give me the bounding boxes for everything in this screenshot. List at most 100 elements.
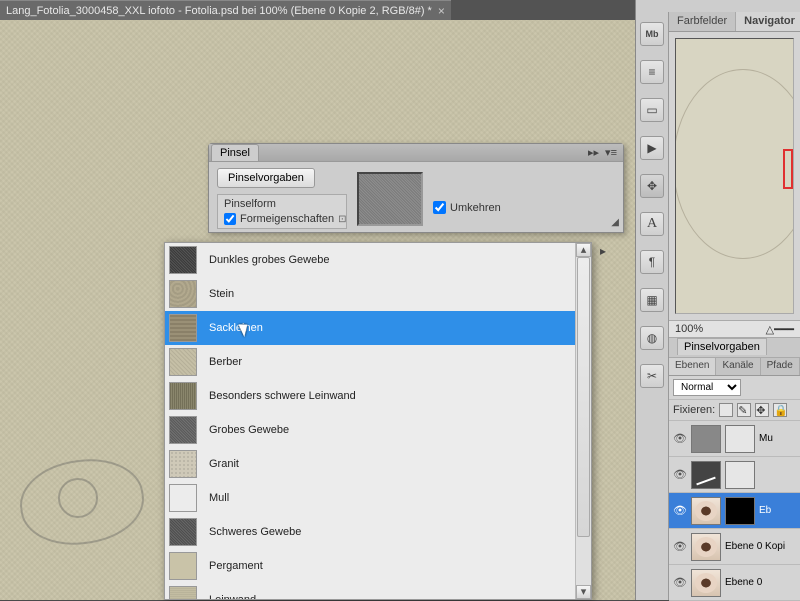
visibility-icon[interactable]: 👁 — [673, 468, 687, 482]
texture-label: Dunkles grobes Gewebe — [209, 254, 329, 266]
history-tool-icon[interactable]: ▭ — [640, 98, 664, 122]
brush-tab[interactable]: Pinsel — [211, 144, 259, 161]
layer-thumbnail[interactable] — [725, 497, 755, 525]
texture-item[interactable]: Sackleinen — [165, 311, 575, 345]
visibility-icon[interactable]: 👁 — [673, 576, 687, 590]
texture-swatch — [169, 382, 197, 410]
lock-label: Fixieren: — [673, 404, 715, 416]
brush-tool-icon[interactable]: ≡ — [640, 60, 664, 84]
layer-row[interactable]: 👁 Mu — [669, 421, 800, 457]
brush-panel-header[interactable]: Pinsel ▸▸ ▾≡ — [209, 144, 623, 162]
mb-tool-icon[interactable]: Mb — [640, 22, 664, 46]
texture-swatch — [169, 552, 197, 580]
layer-thumbnail[interactable] — [691, 461, 721, 489]
layers-tabs: Ebenen Kanäle Pfade — [669, 358, 800, 376]
texture-preview[interactable] — [357, 172, 423, 226]
paragraph-tool-icon[interactable]: ¶ — [640, 250, 664, 274]
texture-item[interactable]: Besonders schwere Leinwand — [165, 379, 575, 413]
tab-brush-presets[interactable]: Pinselvorgaben — [677, 338, 767, 355]
layer-thumbnail[interactable] — [725, 425, 755, 453]
layer-name[interactable]: Ebene 0 — [725, 577, 762, 588]
type-tool-icon[interactable]: A — [640, 212, 664, 236]
tab-paths[interactable]: Pfade — [761, 358, 800, 375]
flyout-arrow-icon[interactable]: ▸ — [600, 244, 606, 258]
visibility-icon[interactable]: 👁 — [673, 540, 687, 554]
form-properties-checkbox[interactable]: Formeigenschaften ⊡ — [224, 213, 340, 225]
layer-thumbnail[interactable] — [691, 497, 721, 525]
file-tab-bar: Lang_Fotolia_3000458_XXL iofoto - Fotoli… — [0, 0, 635, 20]
actions-tool-icon[interactable]: ▶ — [640, 136, 664, 160]
navigator-image — [675, 69, 794, 259]
layer-row[interactable]: 👁 Ebene 0 Kopi — [669, 529, 800, 565]
texture-swatch — [169, 246, 197, 274]
texture-label: Grobes Gewebe — [209, 424, 289, 436]
scroll-down-button[interactable]: ▾ — [576, 585, 591, 599]
invert-input[interactable] — [433, 201, 446, 214]
layer-thumbnail[interactable] — [691, 425, 721, 453]
texture-label: Granit — [209, 458, 239, 470]
file-tab[interactable]: Lang_Fotolia_3000458_XXL iofoto - Fotoli… — [0, 0, 451, 20]
texture-item[interactable]: Granit — [165, 447, 575, 481]
invert-checkbox[interactable]: Umkehren — [433, 186, 501, 229]
lock-position-icon[interactable]: ✥ — [755, 403, 769, 417]
layer-name[interactable]: Eb — [759, 505, 771, 516]
panel-menu-icon[interactable]: ▾≡ — [605, 146, 617, 159]
info-tool-icon[interactable]: ◍ — [640, 326, 664, 350]
texture-swatch — [169, 348, 197, 376]
tab-navigator[interactable]: Navigator — [736, 12, 800, 31]
right-dock: Mb ≡ ▭ ▶ ✥ A ¶ ▦ ◍ ✂ Farbfelder Navigato… — [635, 0, 800, 600]
zoom-slider-icon[interactable]: △━━━ — [766, 323, 794, 336]
wrench-tool-icon[interactable]: ✂ — [640, 364, 664, 388]
file-tab-label: Lang_Fotolia_3000458_XXL iofoto - Fotoli… — [6, 5, 432, 17]
layer-thumbnail[interactable] — [691, 569, 721, 597]
scrollbar[interactable]: ▴ ▾ — [575, 243, 591, 599]
visibility-icon[interactable]: 👁 — [673, 432, 687, 446]
adjust-icon: ⊡ — [338, 214, 346, 225]
texture-item[interactable]: Mull — [165, 481, 575, 515]
canvas-sketch — [10, 400, 170, 580]
zoom-value[interactable]: 100% — [675, 323, 703, 335]
navigator-tabs: Farbfelder Navigator — [669, 12, 800, 32]
blend-mode-select[interactable]: Normal — [673, 379, 741, 396]
texture-item[interactable]: Schweres Gewebe — [165, 515, 575, 549]
layer-row[interactable]: 👁 Ebene 0 — [669, 565, 800, 601]
texture-item[interactable]: Berber — [165, 345, 575, 379]
move-tool-icon[interactable]: ✥ — [640, 174, 664, 198]
texture-swatch — [169, 518, 197, 546]
texture-label: Besonders schwere Leinwand — [209, 390, 356, 402]
texture-swatch — [169, 314, 197, 342]
invert-label: Umkehren — [450, 202, 501, 214]
scroll-up-button[interactable]: ▴ — [576, 243, 591, 257]
lock-pixels-icon[interactable]: ✎ — [737, 403, 751, 417]
layer-row[interactable]: 👁 Eb — [669, 493, 800, 529]
navigator-viewport-box[interactable] — [783, 149, 793, 189]
texture-item[interactable]: Dunkles grobes Gewebe — [165, 243, 575, 277]
swatch-tool-icon[interactable]: ▦ — [640, 288, 664, 312]
texture-label: Pergament — [209, 560, 263, 572]
close-icon[interactable]: × — [438, 4, 445, 18]
panel-collapse-icon[interactable]: ▸▸ — [588, 146, 599, 159]
scroll-thumb[interactable] — [577, 257, 590, 537]
tab-layers[interactable]: Ebenen — [669, 358, 716, 375]
form-properties-input[interactable] — [224, 213, 236, 225]
layer-name[interactable]: Ebene 0 Kopi — [725, 541, 785, 552]
texture-item[interactable]: Pergament — [165, 549, 575, 583]
tab-channels[interactable]: Kanäle — [716, 358, 760, 375]
layer-thumbnail[interactable] — [725, 461, 755, 489]
picker-arrow-icon[interactable]: ◢ — [611, 217, 619, 228]
lock-all-icon[interactable]: 🔒 — [773, 403, 787, 417]
visibility-icon[interactable]: 👁 — [673, 504, 687, 518]
lock-transparency-icon[interactable] — [719, 403, 733, 417]
tab-swatches[interactable]: Farbfelder — [669, 12, 736, 31]
texture-item[interactable]: Leinwand — [165, 583, 575, 599]
texture-item[interactable]: Stein — [165, 277, 575, 311]
texture-label: Mull — [209, 492, 229, 504]
layer-row[interactable]: 👁 — [669, 457, 800, 493]
layer-thumbnail[interactable] — [691, 533, 721, 561]
brush-presets-button[interactable]: Pinselvorgaben — [217, 168, 315, 188]
texture-item[interactable]: Grobes Gewebe — [165, 413, 575, 447]
layer-name[interactable]: Mu — [759, 433, 773, 444]
brush-shape-panel: Pinselform Formeigenschaften ⊡ — [217, 194, 347, 229]
texture-swatch — [169, 416, 197, 444]
navigator-preview[interactable] — [675, 38, 794, 314]
